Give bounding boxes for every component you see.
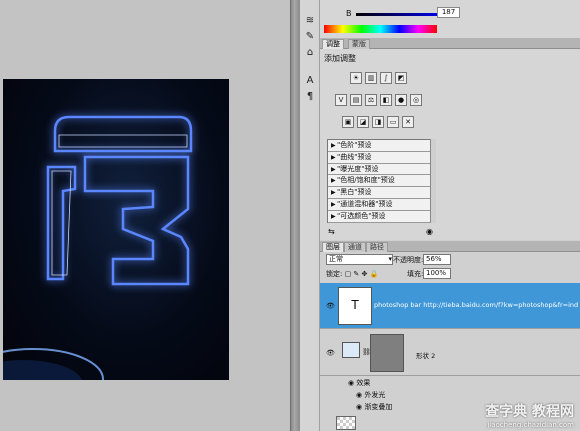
text-layer-name[interactable]: photoshop bar http://tieba.baidu.com/f?k… [374,301,578,309]
visibility-eye-icon[interactable]: 👁 [326,303,335,310]
levels-icon[interactable]: ▥ [365,72,377,84]
adjustments-title: 添加调整 [324,54,356,63]
black-white-icon[interactable]: ◧ [380,94,392,106]
curves-icon[interactable]: ∫ [380,72,392,84]
b-channel-label: B [346,9,352,18]
b-channel-value[interactable]: 187 [437,7,460,18]
layer-thumbnail-partial[interactable] [336,416,356,430]
selective-color-icon[interactable]: ✕ [402,116,414,128]
preset-item[interactable]: ▶"通道混和器"预设 [328,198,434,211]
effect-outer-glow[interactable]: ◉ 外发光 [356,390,385,400]
shape-layer-name[interactable]: 形状 2 [416,350,435,360]
presets-scrollbar[interactable] [430,139,436,223]
fill-input[interactable]: 100% [423,268,451,279]
tab-layers[interactable]: 图层 [322,242,344,252]
vector-mask-thumbnail[interactable] [370,334,404,372]
presets-list[interactable]: ▶"色阶"预设 ▶"曲线"预设 ▶"曝光度"预设 ▶"色相/饱和度"预设 ▶"黑… [327,139,435,223]
right-panels: B 187 调整 蒙版 添加调整 ☀ ▥ ∫ ◩ V ▤ ⚖ ◧ ● ◎ ▣ ◪ ◨ ▭ ✕ ▶"色阶"… [320,0,580,431]
fill-label: 填充: [407,270,424,278]
hue-saturation-icon[interactable]: ▤ [350,94,362,106]
posterize-icon[interactable]: ◪ [357,116,369,128]
tab-paths[interactable]: 路径 [366,242,388,252]
character-icon[interactable]: A [303,74,317,88]
swatches-icon[interactable]: ≋ [303,14,317,28]
paragraph-icon[interactable]: ¶ [303,90,317,104]
panel-divider[interactable] [290,0,300,431]
effects-row[interactable]: ◉ 效果 [348,378,370,388]
artwork-image [3,79,229,380]
color-balance-icon[interactable]: ⚖ [365,94,377,106]
styles-icon[interactable]: ✎ [303,30,317,44]
opacity-input[interactable]: 56% [423,254,451,265]
photo-filter-icon[interactable]: ● [395,94,407,106]
text-layer-row[interactable]: 👁 T photoshop bar http://tieba.baidu.com… [320,283,580,329]
exposure-icon[interactable]: ◩ [395,72,407,84]
shape-layer-row[interactable]: 👁 ⛓ 形状 2 [320,330,580,376]
layer-fill-thumbnail[interactable] [342,342,360,358]
visibility-eye-icon[interactable]: 👁 [326,350,335,357]
channel-mixer-icon[interactable]: ◎ [410,94,422,106]
preset-item[interactable]: ▶"曝光度"预设 [328,163,434,176]
glowing-letter-graphic [3,115,193,380]
preset-item[interactable]: ▶"可选颜色"预设 [328,210,434,223]
tab-adjustments[interactable]: 调整 [322,39,344,49]
tab-channels[interactable]: 通道 [344,242,366,252]
color-spectrum-bar[interactable] [324,25,437,33]
b-channel-slider[interactable]: B 187 [346,7,466,19]
preset-item[interactable]: ▶"黑白"预设 [328,187,434,199]
adjustment-icons-row-1: ☀ ▥ ∫ ◩ [350,72,410,85]
panel-icon-strip: ≋ ✎ ⌂ A ¶ [300,0,320,431]
blend-mode-select[interactable]: 正常 ▾ [326,254,393,265]
invert-icon[interactable]: ▣ [342,116,354,128]
layers-tabbar: 图层 通道 路径 [320,241,580,252]
adjustments-tabbar: 调整 蒙版 [320,38,580,49]
preset-item[interactable]: ▶"色阶"预设 [328,140,434,152]
vibrance-icon[interactable]: V [335,94,347,106]
lock-label: 锁定: ▢ ✎ ✥ 🔒 [326,270,379,278]
effect-gradient-overlay[interactable]: ◉ 渐变叠加 [356,402,392,412]
b-channel-track[interactable] [356,13,446,16]
gradient-map-icon[interactable]: ▭ [387,116,399,128]
adjustment-icons-row-3: ▣ ◪ ◨ ▭ ✕ [342,116,417,129]
watermark: 查字典 教程网 jiaocheng.chazidian.com [485,404,574,429]
preset-item[interactable]: ▶"曲线"预设 [328,151,434,164]
text-layer-thumbnail[interactable]: T [338,287,372,325]
document-canvas[interactable] [0,0,290,431]
adjustment-icons-row-2: V ▤ ⚖ ◧ ● ◎ [335,94,425,107]
adjustment-footer-icon[interactable]: ⇆ [328,227,335,236]
tab-masks[interactable]: 蒙版 [348,39,370,49]
preset-item[interactable]: ▶"色相/饱和度"预设 [328,175,434,188]
history-icon[interactable]: ⌂ [303,46,317,60]
clip-options-icon[interactable]: ◉ [426,227,433,236]
brightness-icon[interactable]: ☀ [350,72,362,84]
opacity-label: 不透明度: [393,256,424,264]
threshold-icon[interactable]: ◨ [372,116,384,128]
